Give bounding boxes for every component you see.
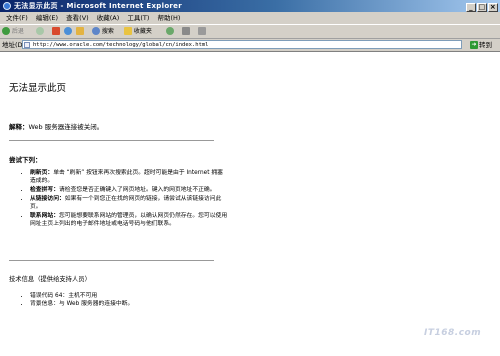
print-button[interactable] <box>198 27 206 36</box>
toolbar: 后退 搜索 收藏夹 <box>0 25 500 39</box>
stop-button[interactable] <box>52 27 60 36</box>
menu-view[interactable]: 查看(V) <box>66 14 89 22</box>
address-bar: 地址(D) http://www.oracle.com/technology/g… <box>0 39 500 52</box>
history-icon <box>166 27 174 35</box>
favorites-star-icon <box>124 27 132 35</box>
error-explanation: 解释：Web 服务器连接被关闭。 <box>9 121 103 131</box>
mail-icon <box>182 27 190 35</box>
tip-label: 从链接访问： <box>30 195 65 202</box>
page-content: 无法显示此页 解释：Web 服务器连接被关闭。 尝试下列： 刷新页：单击 “刷新… <box>0 52 500 356</box>
forward-button[interactable] <box>36 27 44 36</box>
divider <box>9 140 214 141</box>
page-title: 无法显示此页 <box>9 83 67 94</box>
tech-info-list: 错误代码 64：主机不可用 背景信息：与 Web 服务器的连接中断。 <box>18 292 220 308</box>
tips-list: 刷新页：单击 “刷新” 按钮来再次搜索此页。超时可能是由于 Internet 拥… <box>18 169 228 228</box>
tip-label: 联系网站： <box>30 212 59 219</box>
menu-edit[interactable]: 编辑(E) <box>36 14 58 22</box>
print-icon <box>198 27 206 35</box>
maximize-button[interactable]: □ <box>477 3 487 12</box>
list-item: 错误代码 64：主机不可用 <box>30 292 220 300</box>
search-label: 搜索 <box>101 28 114 35</box>
forward-arrow-icon <box>36 27 44 35</box>
minimize-button[interactable]: _ <box>466 3 476 12</box>
home-button[interactable] <box>76 27 84 36</box>
watermark: IT168.com <box>424 328 482 338</box>
explanation-text: Web 服务器连接被关闭。 <box>28 123 104 131</box>
refresh-button[interactable] <box>64 27 72 36</box>
mail-button[interactable] <box>182 27 190 36</box>
tip-text: 您可能想要联系网站的管理员，以确认网页仍然存在。您可以使用网址主页上列出的电子邮… <box>30 212 228 227</box>
page-icon <box>24 42 30 48</box>
go-button[interactable]: ➜ 转到 <box>470 40 492 50</box>
history-button[interactable] <box>166 27 174 36</box>
menu-help[interactable]: 帮助(H) <box>158 14 181 22</box>
menu-tools[interactable]: 工具(T) <box>127 14 149 22</box>
ie-logo-icon <box>3 2 11 10</box>
back-button[interactable]: 后退 <box>2 27 24 36</box>
home-icon <box>76 27 84 35</box>
stop-icon <box>52 27 60 35</box>
menu-bar: 文件(F) 编辑(E) 查看(V) 收藏(A) 工具(T) 帮助(H) <box>0 12 500 25</box>
go-arrow-icon: ➜ <box>470 41 478 49</box>
tip-text: 单击 “刷新” 按钮来再次搜索此页。超时可能是由于 Internet 拥塞造成的… <box>30 170 223 185</box>
try-heading: 尝试下列： <box>9 156 42 164</box>
search-icon <box>92 27 100 35</box>
search-button[interactable]: 搜索 <box>92 27 114 36</box>
list-item: 背景信息：与 Web 服务器的连接中断。 <box>30 300 220 308</box>
close-button[interactable]: × <box>488 3 498 12</box>
window-title: 无法显示此页 - Microsoft Internet Explorer <box>14 2 182 10</box>
favorites-label: 收藏夹 <box>133 28 152 35</box>
list-item: 从链接访问：如果有一个到您正在找的网页的链接，请尝试从该链接访问此页。 <box>30 195 228 211</box>
list-item: 联系网站：您可能想要联系网站的管理员，以确认网页仍然存在。您可以使用网址主页上列… <box>30 212 228 228</box>
explanation-label: 解释： <box>9 123 29 131</box>
tip-text: 请检查您是否正确键入了网页地址。键入的网页地址不正确。 <box>59 186 216 193</box>
back-label: 后退 <box>11 28 24 35</box>
back-arrow-icon <box>2 27 10 35</box>
menu-favorites[interactable]: 收藏(A) <box>97 14 120 22</box>
go-label: 转到 <box>479 41 492 49</box>
divider <box>9 260 214 261</box>
address-input[interactable]: http://www.oracle.com/technology/global/… <box>22 40 462 49</box>
tech-info-heading: 技术信息（提供给支持人员） <box>9 276 91 283</box>
refresh-icon <box>64 27 72 35</box>
menu-file[interactable]: 文件(F) <box>6 14 28 22</box>
list-item: 刷新页：单击 “刷新” 按钮来再次搜索此页。超时可能是由于 Internet 拥… <box>30 169 228 185</box>
address-url: http://www.oracle.com/technology/global/… <box>33 42 209 48</box>
window-titlebar: 无法显示此页 - Microsoft Internet Explorer _ □ × <box>0 0 500 12</box>
list-item: 检查拼写：请检查您是否正确键入了网页地址。键入的网页地址不正确。 <box>30 186 228 194</box>
favorites-button[interactable]: 收藏夹 <box>124 27 152 36</box>
tip-label: 刷新页： <box>30 170 54 176</box>
tip-label: 检查拼写： <box>30 186 59 193</box>
